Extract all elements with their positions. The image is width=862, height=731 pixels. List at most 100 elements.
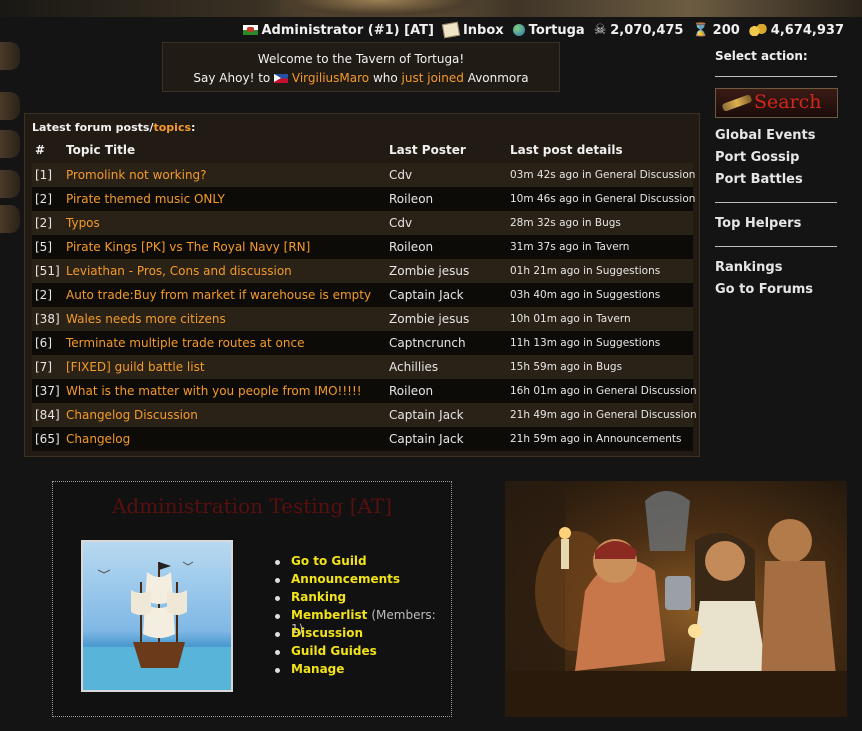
topic-link[interactable]: Typos: [66, 216, 100, 230]
guild-link-announcements[interactable]: Announcements: [291, 572, 400, 586]
last-post-details: 03h 40m ago in Suggestions: [510, 289, 661, 301]
table-row: [37] What is the matter with you people f…: [32, 379, 697, 403]
guild-panel: Administration Testing [AT] Go to Guild A…: [52, 481, 452, 717]
topic-link[interactable]: Pirate Kings [PK] vs The Royal Navy [RN]: [66, 240, 310, 254]
hourglass-stat: ⌛ 200: [692, 22, 740, 38]
inbox-icon: [441, 21, 461, 39]
last-poster: Captncrunch: [389, 336, 466, 350]
topic-link[interactable]: Pirate themed music ONLY: [66, 192, 225, 206]
guild-list-item: Manage: [273, 662, 451, 680]
last-post-details: 15h 59m ago in Bugs: [510, 361, 623, 373]
table-row: [7] [FIXED] guild battle list Achillies 15h…: [32, 355, 693, 379]
forum-title: Latest forum posts/topics:: [32, 121, 196, 134]
topic-replies: [1]: [35, 168, 52, 182]
welcome-title: Welcome to the Tavern of Tortuga!: [257, 52, 465, 66]
right-links: Global Events Port Gossip Port Battles Top…: [715, 125, 837, 301]
side-decoration: [0, 170, 20, 198]
guild-ship-image: [81, 540, 233, 692]
last-post-details: 31m 37s ago in Tavern: [510, 241, 630, 253]
search-button[interactable]: Search: [715, 88, 838, 118]
last-post-details: 16h 01m ago in General Discussion: [510, 385, 697, 397]
guild-list-item: Discussion: [273, 626, 451, 644]
last-poster: Zombie jesus: [389, 312, 470, 326]
topic-replies: [6]: [35, 336, 52, 350]
menu-link-port-gossip[interactable]: Port Gossip: [715, 147, 837, 169]
tavern-illustration: [505, 481, 847, 717]
select-action-label: Select action:: [715, 49, 808, 63]
menu-link-go-to-forums[interactable]: Go to Forums: [715, 279, 837, 301]
topic-replies: [51]: [35, 264, 60, 278]
table-row: [2] Typos Cdv 28m 32s ago in Bugs: [32, 211, 693, 235]
menu-link-top-helpers[interactable]: Top Helpers: [715, 213, 837, 235]
guild-link-go-to-guild[interactable]: Go to Guild: [291, 554, 367, 568]
topic-replies: [84]: [35, 408, 60, 422]
guild-list-item: Guild Guides: [273, 644, 451, 662]
player-link[interactable]: VirgiliusMaro: [292, 71, 369, 85]
last-post-details: 21h 49m ago in General Discussion: [510, 409, 697, 421]
last-post-details: 01h 21m ago in Suggestions: [510, 265, 661, 277]
table-row: [2] Auto trade:Buy from market if warehou…: [32, 283, 693, 307]
top-banner: [0, 0, 862, 17]
topic-link[interactable]: Changelog Discussion: [66, 408, 198, 422]
table-row: [6] Terminate multiple trade routes at on…: [32, 331, 693, 355]
game-logo: [280, 0, 480, 17]
side-decoration: [0, 42, 20, 70]
header-num: #: [35, 143, 46, 157]
topic-link[interactable]: Terminate multiple trade routes at once: [66, 336, 304, 350]
last-poster: Roileon: [389, 240, 434, 254]
guild-links: Go to Guild Announcements Ranking Memberlis…: [273, 554, 451, 680]
topic-link[interactable]: Promolink not working?: [66, 168, 207, 182]
topic-replies: [37]: [35, 384, 60, 398]
topic-replies: [38]: [35, 312, 60, 326]
last-poster: Achillies: [389, 360, 439, 374]
side-decoration: [0, 92, 20, 120]
just-joined-link[interactable]: just joined: [402, 71, 464, 85]
menu-link-port-battles[interactable]: Port Battles: [715, 169, 837, 191]
last-post-details: 11h 13m ago in Suggestions: [510, 337, 661, 349]
topic-link[interactable]: Changelog: [66, 432, 130, 446]
table-row: [51] Leviathan - Pros, Cons and discussio…: [32, 259, 693, 283]
guild-link-ranking[interactable]: Ranking: [291, 590, 346, 604]
topic-replies: [7]: [35, 360, 52, 374]
inbox-link[interactable]: Inbox: [441, 21, 504, 39]
topic-link[interactable]: [FIXED] guild battle list: [66, 360, 205, 374]
guild-name[interactable]: Administration Testing [AT]: [53, 494, 451, 518]
topic-replies: [65]: [35, 432, 60, 446]
spyglass-icon: [721, 94, 753, 112]
last-post-details: 10m 46s ago in General Discussion: [510, 193, 696, 205]
topic-link[interactable]: Wales needs more citizens: [66, 312, 226, 326]
topic-link[interactable]: Auto trade:Buy from market if warehouse …: [66, 288, 371, 302]
header-details: Last post details: [510, 143, 623, 157]
table-row: [84] Changelog Discussion Captain Jack 21h …: [32, 403, 697, 427]
guild-list-item: Go to Guild: [273, 554, 451, 572]
flag-icon: [274, 74, 289, 83]
last-post-details: 21h 59m ago in Announcements: [510, 433, 682, 445]
user-info[interactable]: Administrator (#1) [AT]: [242, 23, 434, 38]
header-poster: Last Poster: [389, 143, 466, 157]
guild-link-memberlist[interactable]: Memberlist: [291, 608, 367, 622]
guild-list-item: Memberlist (Members: 1): [273, 608, 451, 636]
guild-link-manage[interactable]: Manage: [291, 662, 344, 676]
pirate-stat: ☠ 2,070,475: [593, 22, 684, 38]
topic-replies: [2]: [35, 192, 52, 206]
status-bar: Administrator (#1) [AT] Inbox Tortuga ☠ 2…: [234, 20, 844, 40]
guild-link-guild-guides[interactable]: Guild Guides: [291, 644, 377, 658]
topic-link[interactable]: What is the matter with you people from …: [66, 384, 362, 398]
welcome-box: Welcome to the Tavern of Tortuga! Say Ah…: [162, 42, 560, 92]
last-poster: Captain Jack: [389, 408, 464, 422]
table-row: [5] Pirate Kings [PK] vs The Royal Navy […: [32, 235, 693, 259]
menu-link-rankings[interactable]: Rankings: [715, 257, 837, 279]
last-poster: Cdv: [389, 216, 413, 230]
last-poster: Cdv: [389, 168, 413, 182]
topic-link[interactable]: Leviathan - Pros, Cons and discussion: [66, 264, 292, 278]
divider: [715, 202, 837, 203]
guild-link-discussion[interactable]: Discussion: [291, 626, 363, 640]
menu-link-global-events[interactable]: Global Events: [715, 125, 837, 147]
topics-link[interactable]: topics: [153, 121, 191, 134]
guild-list-item: Ranking: [273, 590, 451, 608]
table-row: [65] Changelog Captain Jack 21h 59m ago in …: [32, 427, 693, 451]
topic-replies: [2]: [35, 288, 52, 302]
hourglass-icon: ⌛: [692, 22, 709, 38]
guild-list-item: Announcements: [273, 572, 451, 590]
location-link[interactable]: Tortuga: [512, 23, 585, 38]
